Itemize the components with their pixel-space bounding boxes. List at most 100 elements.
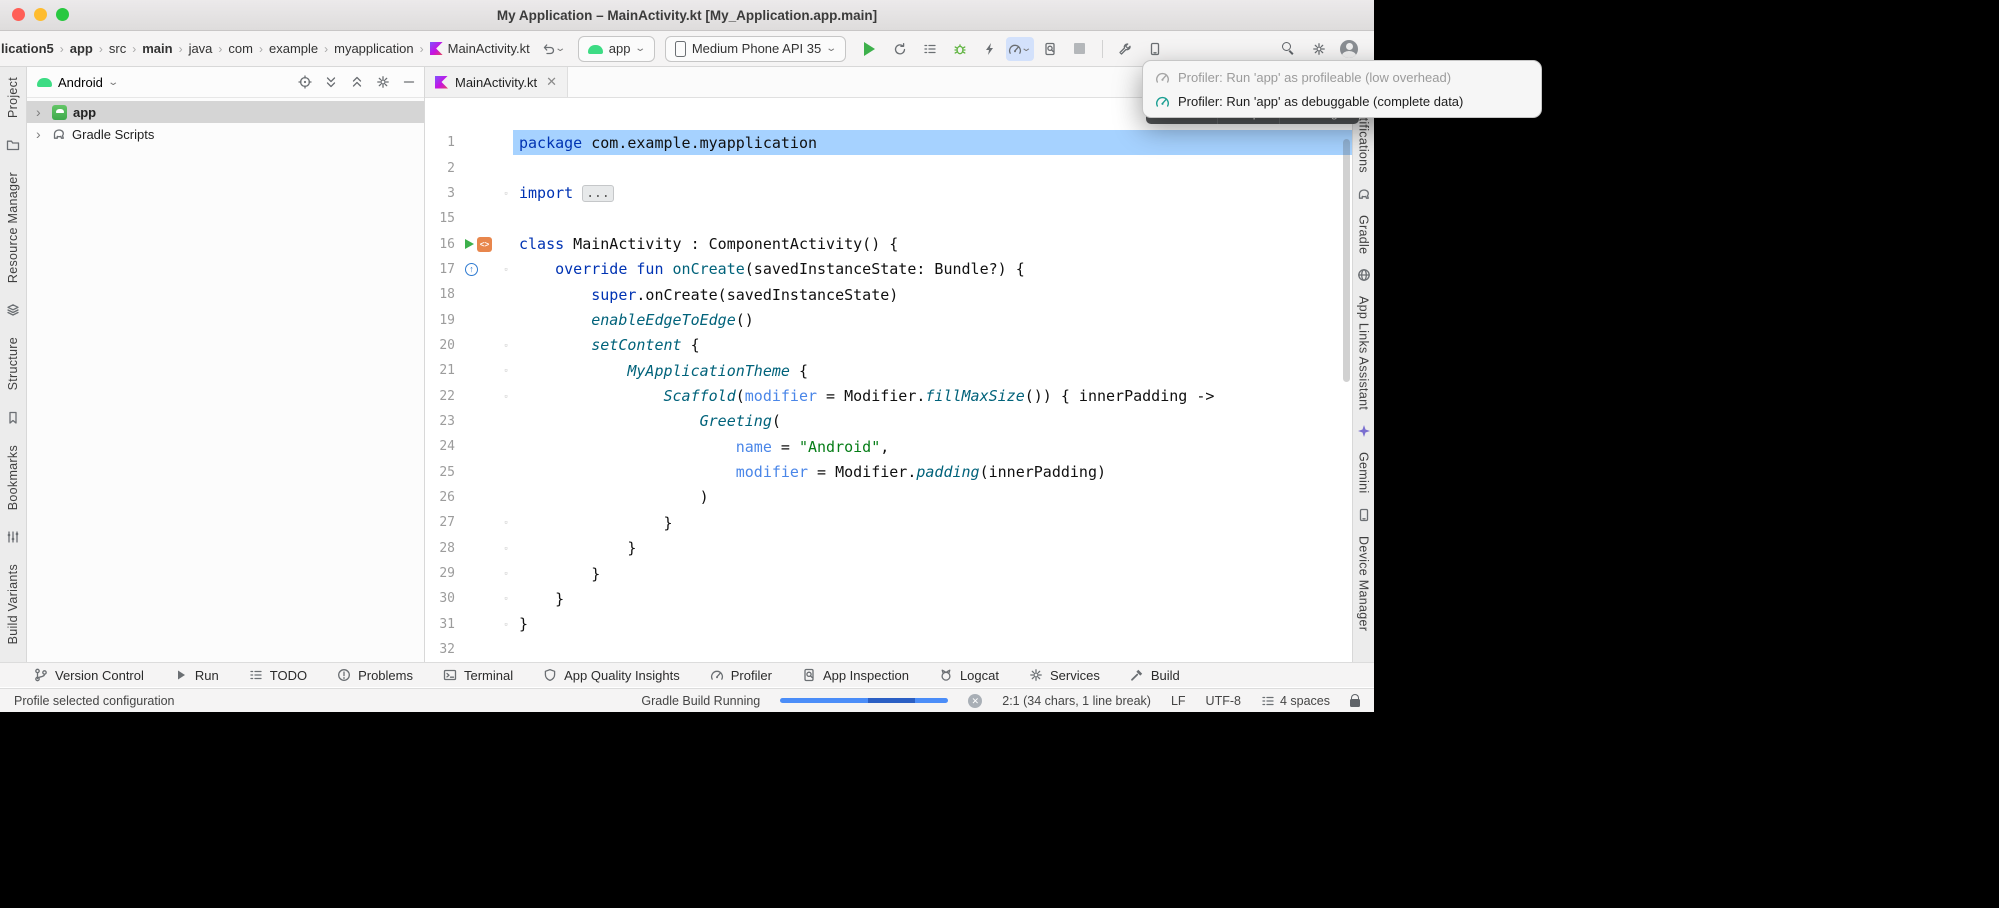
fold-marker[interactable]: ▫ xyxy=(499,392,513,401)
code-text[interactable]: } xyxy=(513,510,1352,535)
cancel-build-icon[interactable]: ✕ xyxy=(968,694,982,708)
tree-item-app[interactable]: ›app xyxy=(27,101,424,123)
phone-icon[interactable] xyxy=(1357,508,1371,522)
device-select[interactable]: Medium Phone API 35 ⌄ xyxy=(665,36,846,62)
folder-icon[interactable] xyxy=(6,138,20,152)
bookmark-icon[interactable] xyxy=(6,411,20,425)
build-menu-button[interactable] xyxy=(916,37,944,61)
run-configuration-select[interactable]: app ⌄ xyxy=(578,36,655,62)
encoding-indicator[interactable]: UTF-8 xyxy=(1206,694,1241,708)
tool-window-app-quality-insights[interactable]: App Quality Insights xyxy=(543,668,680,683)
code-text[interactable]: class MainActivity : ComponentActivity()… xyxy=(513,231,1352,256)
caret-position[interactable]: 2:1 (34 chars, 1 line break) xyxy=(1002,694,1151,708)
fold-marker[interactable]: ▫ xyxy=(499,544,513,553)
code-text[interactable] xyxy=(513,206,1352,231)
code-text[interactable]: setContent { xyxy=(513,333,1352,358)
code-text[interactable]: Greeting( xyxy=(513,409,1352,434)
stop-button[interactable] xyxy=(1066,37,1094,61)
tool-window-todo[interactable]: TODO xyxy=(249,668,307,683)
close-button[interactable] xyxy=(12,8,25,21)
code-text[interactable]: import ... xyxy=(513,181,1352,206)
code-text[interactable] xyxy=(513,637,1352,662)
close-tab-icon[interactable]: ✕ xyxy=(546,74,557,90)
tool-window-version-control[interactable]: Version Control xyxy=(34,668,144,683)
tool-window-app-inspection[interactable]: App Inspection xyxy=(802,668,909,683)
tab-mainactivity[interactable]: MainActivity.kt ✕ xyxy=(425,67,568,97)
breadcrumb-item-app[interactable]: app xyxy=(69,39,94,58)
code-text[interactable]: MyApplicationTheme { xyxy=(513,358,1352,383)
run-button[interactable] xyxy=(856,37,884,61)
tool-button-app-links-assistant[interactable]: App Links Assistant xyxy=(1357,296,1371,410)
indent-indicator[interactable]: 4 spaces xyxy=(1261,694,1330,708)
breadcrumb-item-mainactivity-kt[interactable]: MainActivity.kt xyxy=(429,39,531,58)
tool-window-services[interactable]: Services xyxy=(1029,668,1100,683)
tool-button-gradle[interactable]: Gradle xyxy=(1357,215,1371,254)
code-text[interactable]: enableEdgeToEdge() xyxy=(513,307,1352,332)
rerun-button[interactable] xyxy=(886,37,914,61)
code-text[interactable]: } xyxy=(513,536,1352,561)
panel-settings-gear-icon[interactable] xyxy=(376,75,390,89)
code-area[interactable]: 1package com.example.myapplication23▫imp… xyxy=(425,97,1352,662)
profiler-button[interactable]: ⌄ xyxy=(1006,37,1034,61)
breadcrumb-item-main[interactable]: main xyxy=(141,39,173,58)
history-back-icon[interactable]: ⌄ xyxy=(539,37,567,61)
code-text[interactable]: override fun onCreate(savedInstanceState… xyxy=(513,257,1352,282)
collapse-all-icon[interactable] xyxy=(350,75,364,89)
code-text[interactable]: modifier = Modifier.padding(innerPadding… xyxy=(513,459,1352,484)
locate-file-icon[interactable] xyxy=(298,75,312,89)
code-text[interactable]: } xyxy=(513,586,1352,611)
fold-marker[interactable]: ▫ xyxy=(499,569,513,578)
tool-button-build-variants[interactable]: Build Variants xyxy=(6,564,20,644)
variants-icon[interactable] xyxy=(6,530,20,544)
code-text[interactable]: ) xyxy=(513,485,1352,510)
title-bar[interactable]: My Application – MainActivity.kt [My_App… xyxy=(0,0,1374,31)
breadcrumb-item-example[interactable]: example xyxy=(268,39,319,58)
debug-button[interactable] xyxy=(946,37,974,61)
tool-window-build[interactable]: Build xyxy=(1130,668,1180,683)
fold-marker[interactable]: ▫ xyxy=(499,189,513,198)
code-text[interactable]: super.onCreate(savedInstanceState) xyxy=(513,282,1352,307)
breadcrumb-item-java[interactable]: java xyxy=(188,39,214,58)
fold-marker[interactable]: ▫ xyxy=(499,265,513,274)
layers-icon[interactable] xyxy=(6,303,20,317)
sdk-manager-button[interactable] xyxy=(1111,37,1139,61)
popup-item-profiler-run-app-as-debugga[interactable]: Profiler: Run 'app' as debuggable (compl… xyxy=(1143,89,1541,113)
tool-button-bookmarks[interactable]: Bookmarks xyxy=(6,445,20,510)
tool-button-resource-manager[interactable]: Resource Manager xyxy=(6,172,20,283)
tool-button-structure[interactable]: Structure xyxy=(6,337,20,390)
code-text[interactable]: } xyxy=(513,561,1352,586)
breadcrumb-item-myapplication[interactable]: myapplication xyxy=(333,39,415,58)
device-mirror-button[interactable] xyxy=(1141,37,1169,61)
account-button[interactable] xyxy=(1335,37,1363,61)
code-text[interactable]: Scaffold(modifier = Modifier.fillMaxSize… xyxy=(513,383,1352,408)
lock-icon[interactable] xyxy=(1350,699,1360,707)
tool-window-profiler[interactable]: Profiler xyxy=(710,668,772,683)
fold-marker[interactable]: ▫ xyxy=(499,518,513,527)
breadcrumb-item-lication5[interactable]: lication5 xyxy=(0,39,55,58)
search-everywhere-button[interactable] xyxy=(1275,37,1303,61)
attach-profiler-button[interactable] xyxy=(1036,37,1064,61)
code-text[interactable]: } xyxy=(513,612,1352,637)
editor-scrollbar[interactable] xyxy=(1343,139,1350,382)
code-text[interactable] xyxy=(513,155,1352,180)
code-text[interactable]: name = "Android", xyxy=(513,434,1352,459)
tool-button-gemini[interactable]: Gemini xyxy=(1357,452,1371,493)
elephant-icon[interactable] xyxy=(1357,187,1371,201)
gemini-icon[interactable] xyxy=(1357,424,1371,438)
tree-item-gradle-scripts[interactable]: ›Gradle Scripts xyxy=(27,123,424,145)
expand-all-icon[interactable] xyxy=(324,75,338,89)
minimize-button[interactable] xyxy=(34,8,47,21)
tool-button-project[interactable]: Project xyxy=(6,77,20,118)
tool-window-problems[interactable]: Problems xyxy=(337,668,413,683)
fold-marker[interactable]: ▫ xyxy=(499,341,513,350)
breadcrumb-item-src[interactable]: src xyxy=(108,39,127,58)
fold-marker[interactable]: ▫ xyxy=(499,366,513,375)
tool-button-device-manager[interactable]: Device Manager xyxy=(1357,536,1371,631)
chevron-down-icon[interactable]: ⌄ xyxy=(107,77,119,88)
line-ending-indicator[interactable]: LF xyxy=(1171,694,1186,708)
tool-window-terminal[interactable]: Terminal xyxy=(443,668,513,683)
code-text[interactable]: package com.example.myapplication xyxy=(513,130,1352,155)
run-line-icon[interactable] xyxy=(465,239,474,249)
compose-preview-icon[interactable]: <> xyxy=(477,237,492,252)
fold-marker[interactable]: ▫ xyxy=(499,620,513,629)
